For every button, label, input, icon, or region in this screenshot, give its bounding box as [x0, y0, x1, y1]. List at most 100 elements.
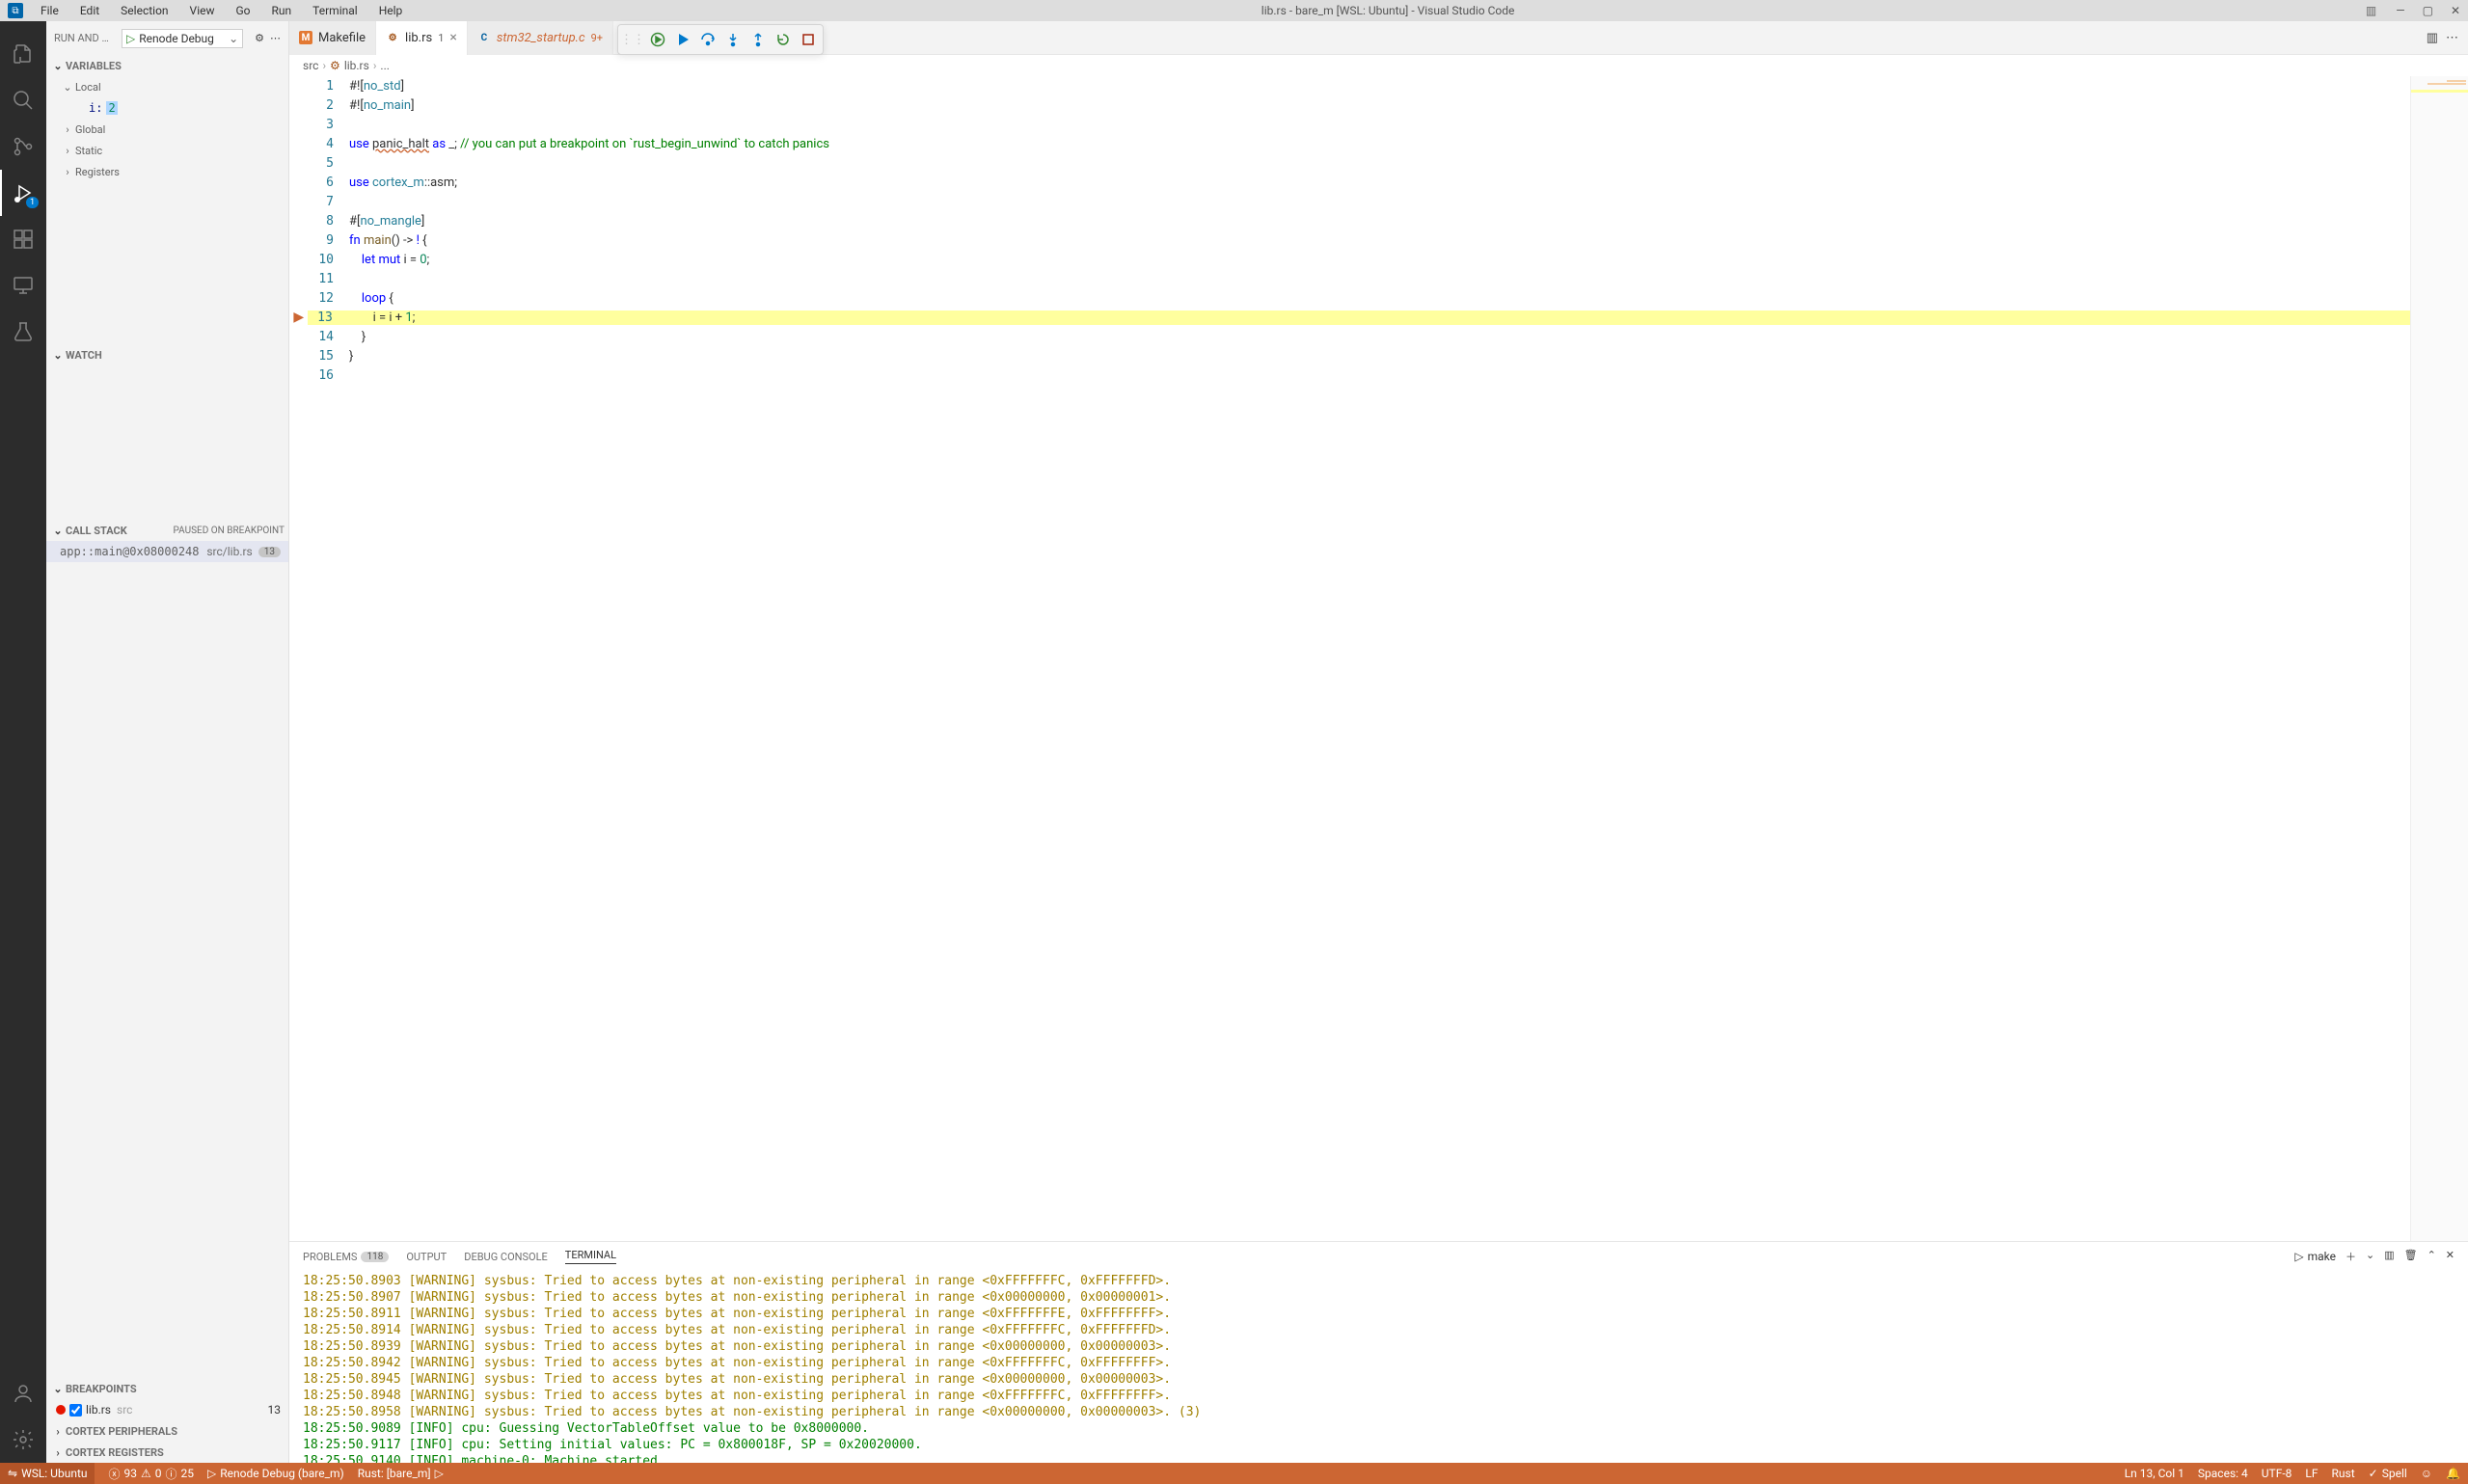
terminal-line: 18:25:50.8945 [WARNING] sysbus: Tried to…	[303, 1371, 2454, 1388]
sidebar-header: RUN AND DE... ▷ Renode Debug ⌄ ⚙ ⋯	[46, 21, 288, 55]
panel-tab-debug-console[interactable]: DEBUG CONSOLE	[464, 1251, 548, 1263]
scope-registers[interactable]: ›Registers	[46, 161, 288, 182]
tab-makefile[interactable]: MMakefile	[289, 21, 376, 55]
chevron-down-icon[interactable]: ⌄	[2366, 1249, 2374, 1264]
chevron-down-icon: ⌄	[60, 81, 75, 94]
callstack-section-head[interactable]: ⌄ CALL STACK PAUSED ON BREAKPOINT	[46, 520, 288, 541]
remote-explorer-icon[interactable]	[0, 262, 46, 309]
minimap[interactable]	[2410, 76, 2468, 1241]
line-number: 16	[309, 368, 347, 383]
close-icon[interactable]: ×	[449, 30, 456, 45]
line-number: 14	[309, 330, 347, 344]
line-number: 15	[309, 349, 347, 364]
explorer-icon[interactable]	[0, 31, 46, 77]
scope-local[interactable]: ⌄Local	[46, 76, 288, 97]
code-editor[interactable]: 1#![no_std] 2#![no_main] 3 4use panic_ha…	[289, 76, 2468, 1241]
watch-section-head[interactable]: ⌄ WATCH	[46, 344, 288, 365]
problems-status[interactable]: ⓧ 93 ⚠ 0 ⓘ 25	[108, 1466, 194, 1482]
terminal-body[interactable]: 18:25:50.8903 [WARNING] sysbus: Tried to…	[289, 1271, 2468, 1463]
bottom-panel: PROBLEMS118 OUTPUT DEBUG CONSOLE TERMINA…	[289, 1241, 2468, 1463]
frame-src: src/lib.rs	[206, 545, 252, 558]
menu-file[interactable]: File	[33, 2, 67, 19]
menu-selection[interactable]: Selection	[113, 2, 176, 19]
debug-config-select[interactable]: ▷ Renode Debug ⌄	[122, 29, 243, 48]
feedback-icon[interactable]: ☺	[2421, 1467, 2432, 1480]
menu-go[interactable]: Go	[229, 2, 258, 19]
breakpoint-checkbox[interactable]	[69, 1404, 82, 1417]
tab-row: MMakefile ⚙lib.rs1× Cstm32_startup.c9+ ⋮…	[289, 21, 2468, 55]
new-terminal-icon[interactable]: ＋	[2346, 1249, 2356, 1264]
debug-status[interactable]: ▷ Renode Debug (bare_m)	[207, 1467, 344, 1480]
notifications-icon[interactable]: 🔔	[2446, 1467, 2460, 1480]
panel-tab-terminal[interactable]: TERMINAL	[565, 1249, 616, 1264]
panel-tab-problems[interactable]: PROBLEMS118	[303, 1251, 389, 1263]
spell-status[interactable]: ✓ Spell	[2369, 1467, 2407, 1480]
eol-status[interactable]: LF	[2305, 1467, 2318, 1480]
variable-row[interactable]: i:2	[46, 97, 288, 119]
grip-icon[interactable]: ⋮⋮	[620, 27, 645, 52]
remote-indicator[interactable]: ⇋ WSL: Ubuntu	[0, 1463, 95, 1484]
step-out-button[interactable]	[746, 27, 771, 52]
line-number: 12	[309, 291, 347, 306]
close-panel-icon[interactable]: ✕	[2446, 1249, 2454, 1264]
gear-icon[interactable]: ⚙	[255, 32, 264, 44]
search-icon[interactable]	[0, 77, 46, 123]
breakpoint-row[interactable]: lib.rs src 13	[46, 1399, 288, 1420]
maximize-button[interactable]: ▢	[2423, 4, 2433, 17]
breadcrumb[interactable]: src › ⚙ lib.rs › ...	[289, 55, 2468, 76]
stack-frame[interactable]: app::main@0x08000248 src/lib.rs 13	[46, 541, 288, 562]
stop-button[interactable]	[796, 27, 821, 52]
current-line-icon: ▶	[289, 310, 308, 325]
cortex-registers-head[interactable]: › CORTEX REGISTERS	[46, 1442, 288, 1463]
minimize-button[interactable]: —	[2396, 4, 2404, 17]
status-bar: ⇋ WSL: Ubuntu ⓧ 93 ⚠ 0 ⓘ 25 ▷ Renode Deb…	[0, 1463, 2468, 1484]
debug-icon[interactable]: 1	[0, 170, 46, 216]
variables-section-head[interactable]: ⌄ VARIABLES	[46, 55, 288, 76]
scope-global[interactable]: ›Global	[46, 119, 288, 140]
cursor-position[interactable]: Ln 13, Col 1	[2125, 1467, 2184, 1480]
scope-static[interactable]: ›Static	[46, 140, 288, 161]
restart-button[interactable]	[771, 27, 796, 52]
run-and-debug-label: RUN AND DE...	[54, 32, 116, 44]
menu-view[interactable]: View	[182, 2, 223, 19]
menu-edit[interactable]: Edit	[72, 2, 107, 19]
menu-help[interactable]: Help	[371, 2, 411, 19]
continue-button[interactable]	[645, 27, 670, 52]
tab-startup[interactable]: Cstm32_startup.c9+	[468, 21, 613, 55]
cortex-peripherals-head[interactable]: › CORTEX PERIPHERALS	[46, 1420, 288, 1442]
accounts-icon[interactable]	[0, 1370, 46, 1417]
indentation-status[interactable]: Spaces: 4	[2198, 1467, 2248, 1480]
layout-icon[interactable]: ▥	[2366, 4, 2376, 17]
kill-terminal-icon[interactable]: 🗑	[2404, 1249, 2418, 1264]
terminal-select[interactable]: ▷ make	[2294, 1249, 2336, 1264]
step-over-button[interactable]	[695, 27, 720, 52]
source-control-icon[interactable]	[0, 123, 46, 170]
rust-analyzer-status[interactable]: Rust: [bare_m] ▷	[358, 1467, 444, 1480]
breadcrumb-segment[interactable]: lib.rs	[344, 59, 369, 72]
menu-terminal[interactable]: Terminal	[305, 2, 366, 19]
breakpoints-section-head[interactable]: ⌄ BREAKPOINTS	[46, 1378, 288, 1399]
window-controls: — ▢ ✕	[2396, 4, 2460, 17]
settings-icon[interactable]	[0, 1417, 46, 1463]
breadcrumb-segment[interactable]: ...	[380, 59, 390, 72]
split-editor-icon[interactable]: ▥	[2427, 31, 2438, 45]
breadcrumb-segment[interactable]: src	[303, 59, 318, 72]
window-title: lib.rs - bare_m [WSL: Ubuntu] - Visual S…	[410, 4, 2366, 17]
maximize-panel-icon[interactable]: ⌃	[2427, 1249, 2436, 1264]
debug-toolbar[interactable]: ⋮⋮	[617, 24, 824, 55]
tab-librs[interactable]: ⚙lib.rs1×	[376, 21, 468, 55]
more-icon[interactable]: ⋯	[2446, 31, 2458, 45]
language-status[interactable]: Rust	[2332, 1467, 2355, 1480]
menu-run[interactable]: Run	[264, 2, 300, 19]
close-button[interactable]: ✕	[2451, 4, 2460, 17]
encoding-status[interactable]: UTF-8	[2262, 1467, 2292, 1480]
more-icon[interactable]: ⋯	[270, 32, 281, 44]
frame-line: 13	[258, 547, 281, 557]
line-number: 11	[309, 272, 347, 286]
step-into-button[interactable]	[720, 27, 746, 52]
split-terminal-icon[interactable]: ▥	[2384, 1249, 2394, 1264]
extensions-icon[interactable]	[0, 216, 46, 262]
panel-tab-output[interactable]: OUTPUT	[406, 1251, 447, 1263]
testing-icon[interactable]	[0, 309, 46, 355]
play-button[interactable]	[670, 27, 695, 52]
